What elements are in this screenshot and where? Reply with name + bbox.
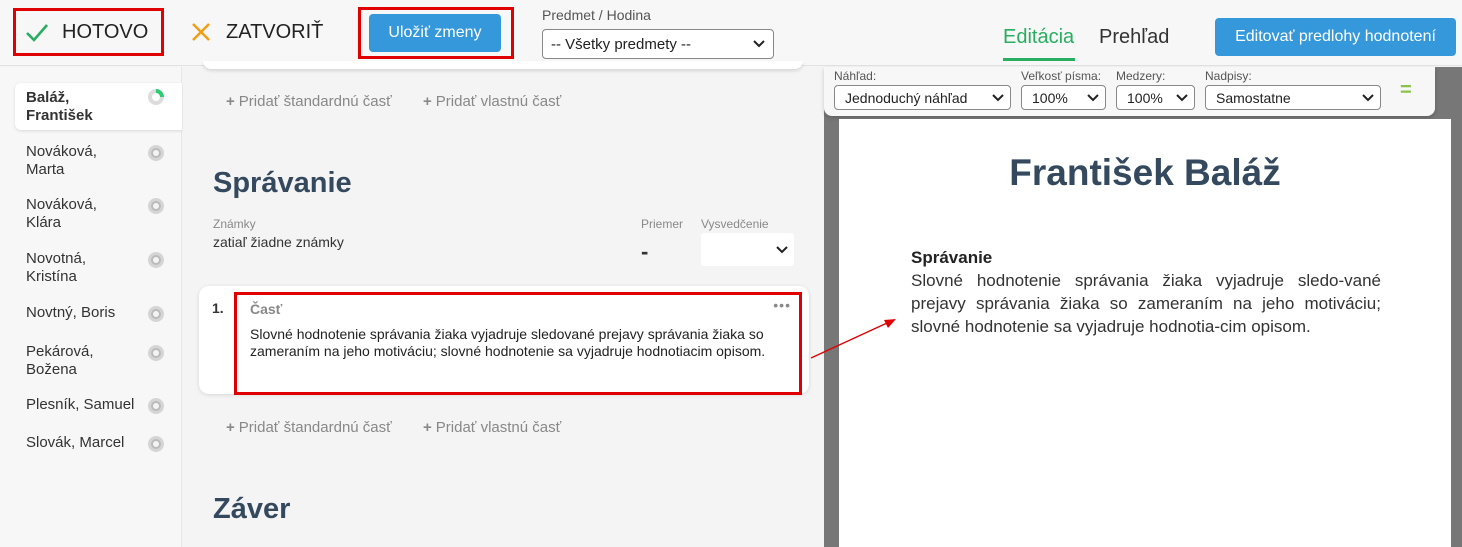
plus-icon: + bbox=[423, 419, 432, 436]
grades-label: Známky bbox=[213, 217, 256, 231]
status-icon bbox=[148, 306, 164, 322]
preview-toolbar: Náhľad: Jednoduchý náhľad Veľkosť písma:… bbox=[824, 67, 1435, 116]
view-value: Jednoduchý náhľad bbox=[845, 89, 968, 106]
student-item-novakova-marta[interactable]: Nováková, Marta bbox=[15, 143, 182, 179]
part-title: Časť bbox=[250, 301, 283, 317]
status-icon bbox=[148, 436, 164, 452]
progress-icon bbox=[148, 89, 164, 105]
checkmark-icon bbox=[26, 24, 48, 42]
headings-select[interactable]: Samostatne bbox=[1205, 85, 1381, 110]
status-icon bbox=[148, 145, 164, 161]
subject-select-value: -- Všetky predmety -- bbox=[551, 35, 692, 53]
add-custom-label: Pridať vlastnú časť bbox=[435, 419, 562, 436]
spacing-select[interactable]: 100% bbox=[1116, 85, 1195, 110]
edit-templates-button[interactable]: Editovať predlohy hodnotení bbox=[1215, 18, 1456, 56]
font-size-select[interactable]: 100% bbox=[1021, 85, 1106, 110]
preview-section-title: Správanie bbox=[911, 248, 993, 267]
done-button-label: HOTOVO bbox=[62, 20, 149, 43]
student-item-novtny[interactable]: Novtný, Boris bbox=[15, 304, 182, 322]
chevron-down-icon bbox=[753, 40, 765, 48]
report-preview-page: František Baláž Správanie Slovné hodnote… bbox=[839, 119, 1451, 547]
certificate-label: Vysvedčenie bbox=[701, 217, 769, 231]
chevron-down-icon bbox=[776, 245, 788, 253]
part-editor[interactable]: Časť ••• Slovné hodnotenie správania žia… bbox=[234, 292, 802, 395]
add-standard-part-link[interactable]: + Pridať štandardnú časť bbox=[226, 419, 392, 436]
student-item-balaz[interactable]: Baláž, František bbox=[15, 83, 182, 130]
student-name: Novotná, Kristína bbox=[26, 250, 87, 285]
close-button-label: ZATVORIŤ bbox=[226, 20, 324, 43]
next-section-title: Záver bbox=[213, 493, 291, 525]
plus-icon: + bbox=[226, 93, 235, 110]
preview-section-text: Slovné hodnotenie správania žiaka vyjadr… bbox=[911, 271, 1381, 336]
add-custom-part-link-top[interactable]: + Pridať vlastnú časť bbox=[423, 93, 561, 110]
add-standard-label: Pridať štandardnú časť bbox=[238, 419, 392, 436]
plus-icon: + bbox=[423, 93, 432, 110]
toolbar-toggle-icon[interactable]: = bbox=[1400, 79, 1412, 102]
part-card: 1. Časť ••• Slovné hodnotenie správania … bbox=[199, 286, 809, 395]
chevron-down-icon bbox=[1362, 93, 1374, 101]
average-value: - bbox=[641, 239, 649, 264]
tab-overview[interactable]: Prehľad bbox=[1099, 26, 1169, 49]
spacing-value: 100% bbox=[1127, 89, 1163, 106]
student-item-plesnik[interactable]: Plesník, Samuel bbox=[15, 396, 182, 414]
status-icon bbox=[148, 345, 164, 361]
chevron-down-icon bbox=[992, 93, 1004, 101]
preview-student-name: František Baláž bbox=[1009, 152, 1281, 193]
chevron-down-icon bbox=[1087, 93, 1099, 101]
status-icon bbox=[148, 398, 164, 414]
plus-icon: + bbox=[226, 419, 235, 436]
preview-panel: Náhľad: Jednoduchý náhľad Veľkosť písma:… bbox=[824, 67, 1462, 547]
add-custom-label: Pridať vlastnú časť bbox=[435, 93, 562, 110]
subject-select[interactable]: -- Všetky predmety -- bbox=[542, 29, 774, 59]
previous-card-edge bbox=[203, 61, 803, 69]
grades-value: zatiaľ žiadne známky bbox=[213, 234, 344, 250]
font-size-label: Veľkosť písma: bbox=[1021, 69, 1102, 83]
done-button[interactable]: HOTOVO bbox=[13, 8, 164, 56]
part-number: 1. bbox=[212, 300, 224, 316]
more-options-icon[interactable]: ••• bbox=[773, 297, 791, 313]
view-label: Náhľad: bbox=[834, 69, 877, 83]
status-icon bbox=[148, 252, 164, 268]
average-label: Priemer bbox=[641, 217, 684, 231]
student-item-pekarova[interactable]: Pekárová, Božena bbox=[15, 343, 182, 379]
certificate-select[interactable] bbox=[701, 233, 794, 266]
save-changes-button[interactable]: Uložiť zmeny bbox=[369, 14, 501, 52]
active-tab-indicator bbox=[1003, 58, 1075, 61]
headings-value: Samostatne bbox=[1216, 89, 1291, 106]
status-icon bbox=[148, 198, 164, 214]
student-name: Baláž, František bbox=[26, 89, 93, 124]
student-item-novakova-klara[interactable]: Nováková, Klára bbox=[15, 196, 182, 232]
student-name: Nováková, Marta bbox=[26, 143, 97, 178]
evaluation-editor: + Pridať štandardnú časť + Pridať vlastnú … bbox=[183, 61, 823, 547]
headings-label: Nadpisy: bbox=[1205, 69, 1252, 83]
add-standard-label: Pridať štandardnú časť bbox=[238, 93, 392, 110]
add-custom-part-link[interactable]: + Pridať vlastnú časť bbox=[423, 419, 561, 436]
close-icon bbox=[192, 23, 210, 41]
subject-label: Predmet / Hodina bbox=[542, 7, 651, 23]
student-item-novotna[interactable]: Novotná, Kristína bbox=[15, 250, 182, 286]
spacing-label: Medzery: bbox=[1116, 69, 1166, 83]
part-text[interactable]: Slovné hodnotenie správania žiaka vyjadr… bbox=[250, 326, 790, 360]
add-standard-part-link-top[interactable]: + Pridať štandardnú časť bbox=[226, 93, 392, 110]
student-name: Pekárová, Božena bbox=[26, 343, 94, 378]
close-button[interactable]: ZATVORIŤ bbox=[190, 14, 323, 50]
save-button-highlight: Uložiť zmeny bbox=[358, 7, 514, 59]
tab-editing[interactable]: Editácia bbox=[1003, 26, 1074, 49]
view-select[interactable]: Jednoduchý náhľad bbox=[834, 85, 1011, 110]
section-title: Správanie bbox=[213, 167, 352, 199]
student-name: Nováková, Klára bbox=[26, 196, 97, 231]
chevron-down-icon bbox=[1176, 93, 1188, 101]
student-item-slovak[interactable]: Slovák, Marcel bbox=[15, 434, 182, 452]
font-size-value: 100% bbox=[1032, 89, 1068, 106]
top-toolbar: HOTOVO ZATVORIŤ Uložiť zmeny Predmet / H… bbox=[0, 0, 1462, 66]
student-list: Baláž, František Nováková, Marta Novákov… bbox=[0, 67, 182, 547]
